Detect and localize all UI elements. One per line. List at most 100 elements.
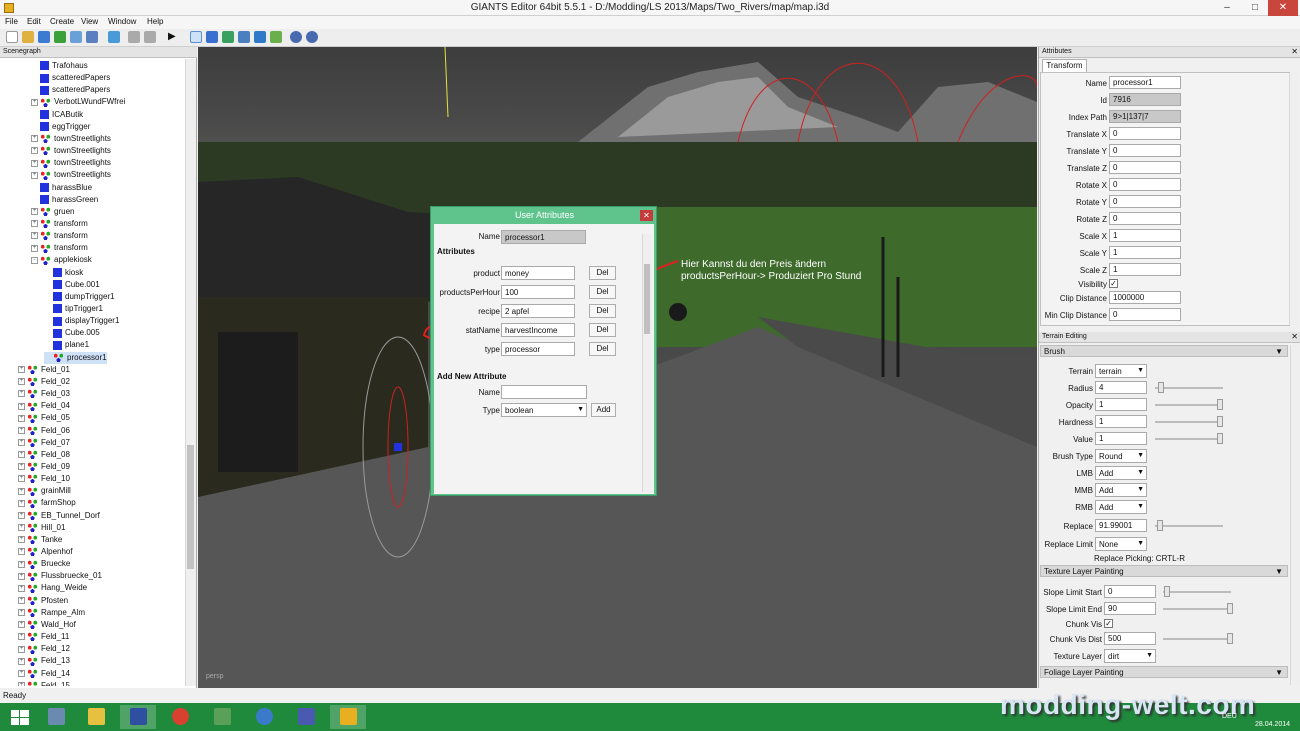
- slope-start-slider-thumb[interactable]: [1164, 586, 1170, 597]
- tree-item[interactable]: + Pfosten: [18, 595, 68, 607]
- tree-item[interactable]: Trafohaus: [31, 60, 88, 72]
- menu-edit[interactable]: Edit: [27, 17, 41, 26]
- close-button[interactable]: ✕: [1268, 0, 1298, 16]
- tree-item[interactable]: + transform: [31, 230, 88, 242]
- new-name-field[interactable]: [501, 385, 587, 399]
- slope-end-slider[interactable]: [1163, 608, 1231, 610]
- expand-icon[interactable]: +: [18, 439, 25, 447]
- tree-item[interactable]: harassGreen: [31, 194, 98, 206]
- expand-icon[interactable]: -: [31, 256, 38, 264]
- clip-distance-field[interactable]: 1000000: [1109, 291, 1181, 304]
- taskbar-explorer[interactable]: [78, 705, 114, 729]
- tree-item[interactable]: + Wald_Hof: [18, 619, 76, 631]
- chunk-vis-dist-field[interactable]: 500: [1104, 632, 1156, 645]
- replace-field[interactable]: 91.99001: [1095, 519, 1147, 532]
- tree-item[interactable]: tipTrigger1: [44, 303, 103, 315]
- save-as-icon[interactable]: [86, 31, 98, 43]
- value-slider-thumb[interactable]: [1217, 433, 1223, 444]
- tree-item[interactable]: + VerbotLWundFWfrei: [31, 96, 125, 108]
- texture-tool-icon[interactable]: [270, 31, 282, 43]
- attributes-scrollbar[interactable]: [1289, 73, 1299, 325]
- taskbar-paint[interactable]: [288, 705, 324, 729]
- field-value[interactable]: 0: [1109, 144, 1181, 157]
- camera-icon[interactable]: [290, 31, 302, 43]
- taskbar-network[interactable]: [246, 705, 282, 729]
- hardness-slider[interactable]: [1155, 421, 1223, 423]
- settings-icon[interactable]: [306, 31, 318, 43]
- terrain-scrollbar[interactable]: [1290, 345, 1300, 685]
- tree-item[interactable]: + Feld_12: [18, 643, 70, 655]
- tree-item[interactable]: + gruen: [31, 206, 74, 218]
- expand-icon[interactable]: +: [18, 621, 25, 629]
- attr-field-productsperhour[interactable]: 100: [501, 285, 575, 299]
- foliage-layer-section[interactable]: Foliage Layer Painting ▼: [1040, 666, 1288, 678]
- expand-icon[interactable]: +: [18, 390, 25, 398]
- opacity-field[interactable]: 1: [1095, 398, 1147, 411]
- tree-item[interactable]: scatteredPapers: [31, 72, 110, 84]
- slope-start-slider[interactable]: [1163, 591, 1231, 593]
- radius-field[interactable]: 4: [1095, 381, 1147, 394]
- chunk-vis-checkbox[interactable]: ✓: [1104, 619, 1113, 628]
- tree-item[interactable]: + townStreetlights: [31, 157, 111, 169]
- expand-icon[interactable]: +: [31, 220, 38, 228]
- value-field[interactable]: 1: [1095, 432, 1147, 445]
- radius-slider[interactable]: [1155, 387, 1223, 389]
- save-icon[interactable]: [38, 31, 50, 43]
- taskbar-giants-editor[interactable]: [330, 705, 366, 729]
- replace-limit-select[interactable]: None ▼: [1095, 537, 1147, 551]
- chunk-vis-dist-slider[interactable]: [1163, 638, 1231, 640]
- expand-icon[interactable]: +: [18, 451, 25, 459]
- foliage-tool-icon[interactable]: [254, 31, 266, 43]
- tree-item[interactable]: Cube.001: [44, 279, 100, 291]
- expand-icon[interactable]: +: [31, 98, 38, 106]
- add-attribute-button[interactable]: Add: [591, 403, 616, 417]
- expand-icon[interactable]: +: [31, 159, 38, 167]
- tree-item[interactable]: + Feld_10: [18, 473, 70, 485]
- tree-item[interactable]: + Feld_13: [18, 655, 70, 667]
- terrain-tool-icon[interactable]: [222, 31, 234, 43]
- replace-slider[interactable]: [1155, 525, 1223, 527]
- tree-item[interactable]: + Feld_06: [18, 425, 70, 437]
- tree-item[interactable]: + grainMill: [18, 485, 71, 497]
- expand-icon[interactable]: +: [18, 414, 25, 422]
- expand-icon[interactable]: +: [18, 378, 25, 386]
- field-value[interactable]: 0: [1109, 212, 1181, 225]
- expand-icon[interactable]: +: [18, 463, 25, 471]
- expand-icon[interactable]: +: [18, 536, 25, 544]
- field-value[interactable]: 0: [1109, 127, 1181, 140]
- redo-icon[interactable]: [144, 31, 156, 43]
- min-clip-distance-field[interactable]: 0: [1109, 308, 1181, 321]
- tree-item[interactable]: - applekiosk: [31, 254, 92, 266]
- lmb-select[interactable]: Add ▼: [1095, 466, 1147, 480]
- tree-item[interactable]: + Feld_14: [18, 668, 70, 680]
- paint-tool-icon[interactable]: [238, 31, 250, 43]
- expand-icon[interactable]: +: [18, 645, 25, 653]
- mmb-select[interactable]: Add ▼: [1095, 483, 1147, 497]
- expand-icon[interactable]: +: [18, 572, 25, 580]
- expand-icon[interactable]: +: [18, 511, 25, 519]
- tree-item[interactable]: + Feld_02: [18, 376, 70, 388]
- tree-item[interactable]: harassBlue: [31, 182, 92, 194]
- tree-item[interactable]: + Feld_08: [18, 449, 70, 461]
- texture-layer-section[interactable]: Texture Layer Painting ▼: [1040, 565, 1288, 577]
- tree-item[interactable]: plane1: [44, 339, 89, 351]
- tree-item[interactable]: + townStreetlights: [31, 133, 111, 145]
- scenegraph-scrollbar[interactable]: [185, 59, 196, 686]
- tree-item[interactable]: + Feld_03: [18, 388, 70, 400]
- del-button-statname[interactable]: Del: [589, 323, 616, 337]
- expand-icon[interactable]: +: [31, 135, 38, 143]
- scenegraph-scroll-thumb[interactable]: [187, 445, 194, 569]
- dialog-close-button[interactable]: ✕: [640, 210, 653, 221]
- taskbar-save[interactable]: [120, 705, 156, 729]
- expand-icon[interactable]: +: [18, 499, 25, 507]
- tree-item[interactable]: displayTrigger1: [44, 315, 119, 327]
- brush-section[interactable]: Brush ▼: [1040, 345, 1288, 357]
- expand-icon[interactable]: +: [18, 524, 25, 532]
- hardness-slider-thumb[interactable]: [1217, 416, 1223, 427]
- menu-view[interactable]: View: [81, 17, 98, 26]
- del-button-recipe[interactable]: Del: [589, 304, 616, 318]
- start-button[interactable]: [2, 705, 38, 729]
- field-value[interactable]: 0: [1109, 178, 1181, 191]
- expand-icon[interactable]: +: [18, 669, 25, 677]
- texture-layer-select[interactable]: dirt ▼: [1104, 649, 1156, 663]
